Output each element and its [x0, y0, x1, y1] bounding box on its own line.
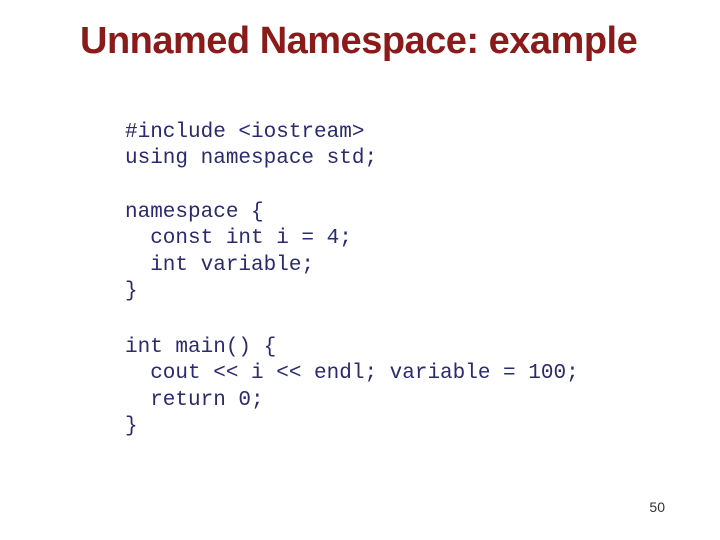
code-block-includes: #include <iostream> using namespace std; [125, 120, 377, 173]
code-block-namespace: namespace { const int i = 4; int variabl… [125, 200, 352, 305]
slide-title: Unnamed Namespace: example [80, 20, 637, 63]
page-number: 50 [649, 499, 665, 515]
code-block-main: int main() { cout << i << endl; variable… [125, 335, 579, 440]
